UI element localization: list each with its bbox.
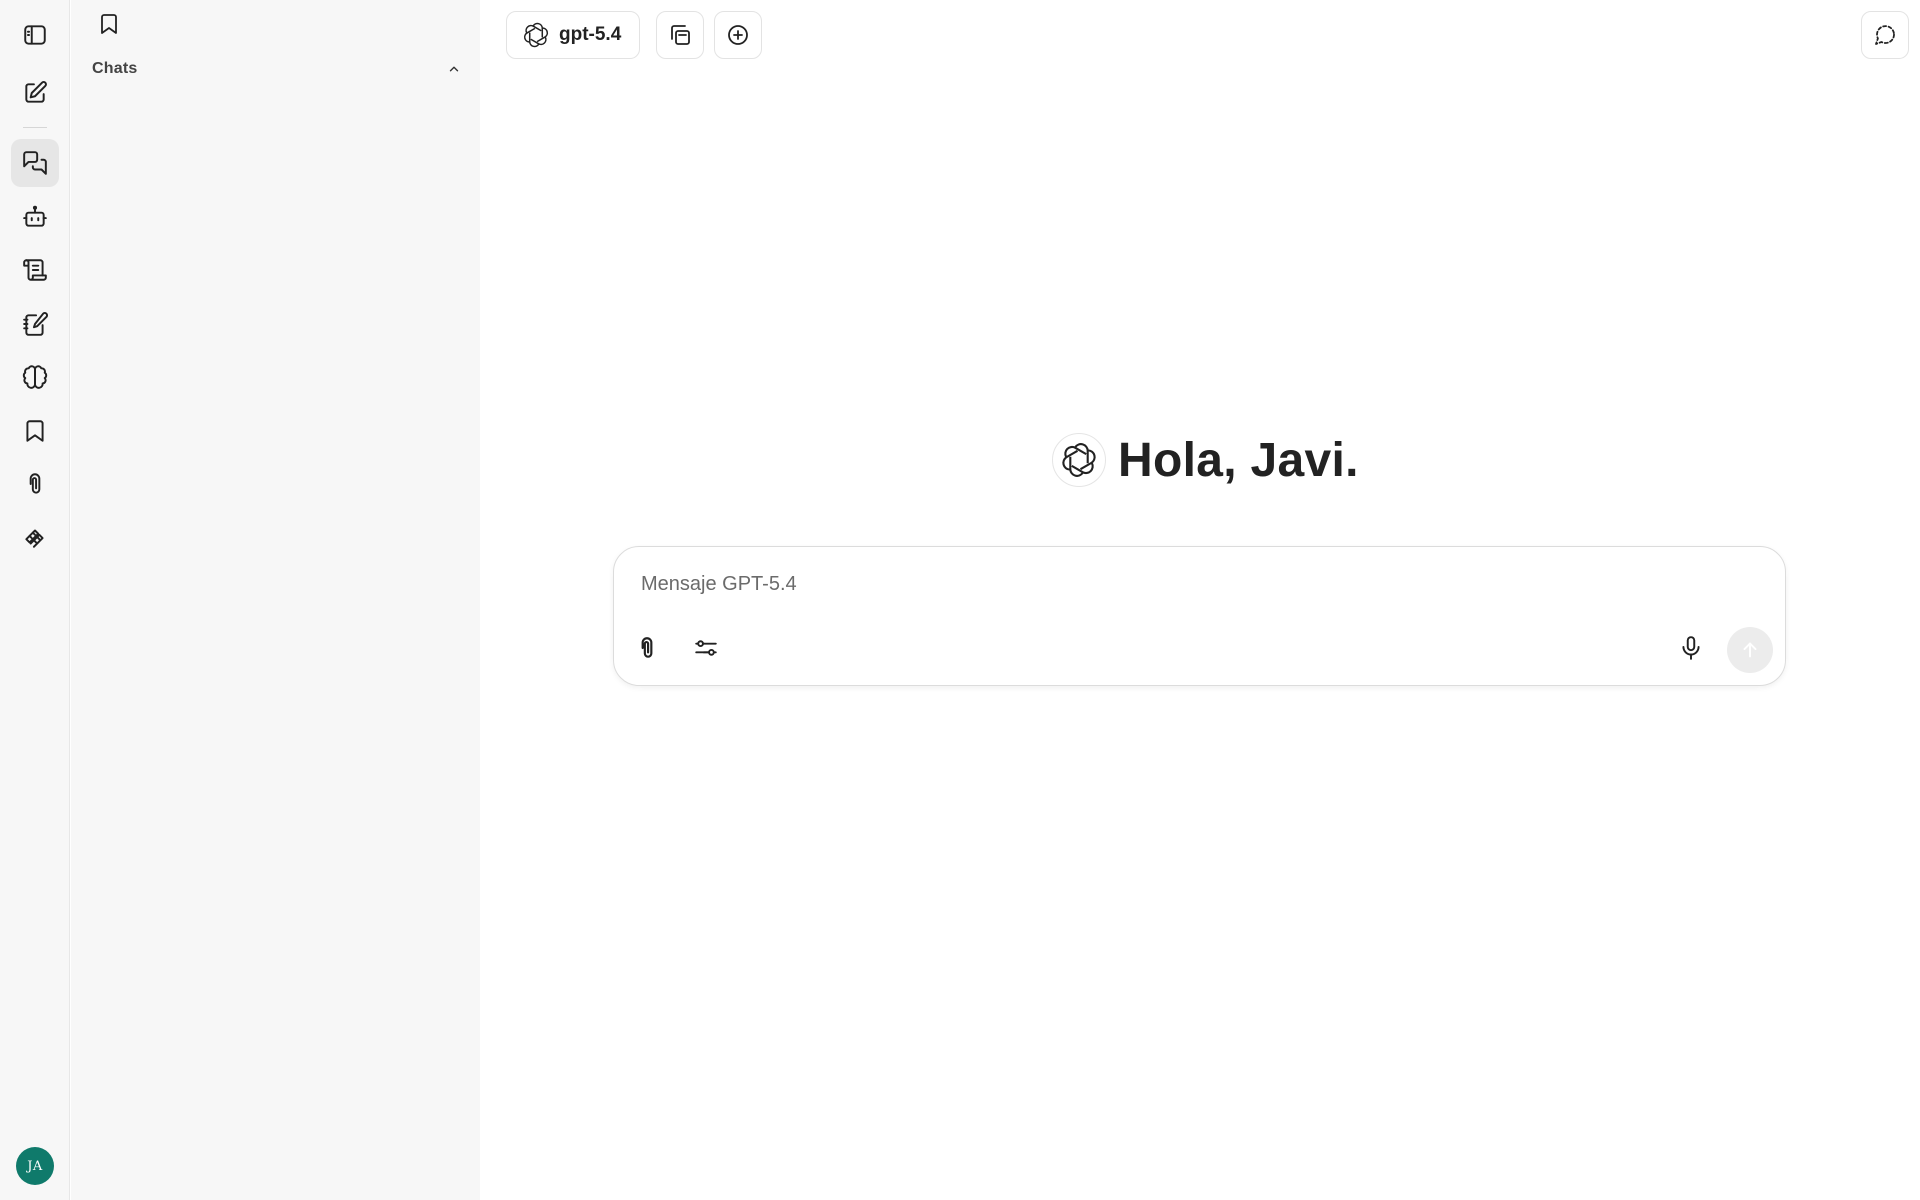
prompts-button[interactable] xyxy=(11,246,59,294)
message-composer xyxy=(613,546,1786,686)
sidebar-toggle-button[interactable] xyxy=(11,11,59,59)
memories-button[interactable] xyxy=(11,353,59,401)
rail-divider xyxy=(23,127,47,128)
temporary-chat-button[interactable] xyxy=(1861,11,1909,59)
model-selector-button[interactable]: gpt-5.4 xyxy=(506,11,641,59)
copy-chat-button[interactable] xyxy=(656,11,704,59)
notes-button[interactable] xyxy=(11,300,59,348)
chevron-up-icon[interactable] xyxy=(446,61,462,77)
chats-panel: Chats xyxy=(71,0,480,1200)
plus-circle-icon xyxy=(728,25,748,45)
chats-button[interactable] xyxy=(11,139,59,187)
user-avatar[interactable]: JA xyxy=(16,1147,54,1185)
tools-button[interactable] xyxy=(11,513,59,561)
prompts-icon xyxy=(23,259,47,281)
new-chat-icon xyxy=(25,81,47,103)
bookmarks-button[interactable] xyxy=(11,407,59,455)
model-label: gpt-5.4 xyxy=(559,24,622,45)
greeting: Hola, Javi. xyxy=(1052,432,1359,488)
memories-icon xyxy=(22,365,48,389)
greeting-text: Hola, Javi. xyxy=(1118,433,1359,487)
attachments-button[interactable] xyxy=(11,460,59,508)
message-input[interactable] xyxy=(641,569,1741,599)
arrow-up-icon xyxy=(1743,642,1757,658)
icon-rail: JA xyxy=(0,0,70,1200)
chats-section-header[interactable]: Chats xyxy=(92,58,462,80)
openai-logo-icon xyxy=(1052,433,1106,487)
add-model-button[interactable] xyxy=(714,11,762,59)
options-button[interactable] xyxy=(688,630,724,666)
voice-input-button[interactable] xyxy=(1673,630,1709,666)
tools-icon xyxy=(25,529,44,548)
bookmark-icon xyxy=(101,14,117,34)
send-button[interactable] xyxy=(1727,627,1773,673)
openai-logo-icon xyxy=(523,22,549,48)
chats-section-title: Chats xyxy=(92,60,138,77)
new-chat-button[interactable] xyxy=(11,69,59,117)
bookmarks-icon xyxy=(26,420,44,442)
chats-icon xyxy=(23,151,47,175)
panel-bookmark-button[interactable] xyxy=(96,11,122,37)
copy-icon xyxy=(671,25,690,45)
agents-button[interactable] xyxy=(11,193,59,241)
attach-file-button[interactable] xyxy=(629,630,665,666)
paperclip-icon xyxy=(641,637,653,658)
dashed-chat-icon xyxy=(1875,25,1895,45)
agents-icon xyxy=(23,205,47,227)
notes-icon xyxy=(23,312,48,336)
attachments-icon xyxy=(29,473,41,494)
sliders-icon xyxy=(695,640,717,656)
microphone-icon xyxy=(1682,636,1700,660)
sidebar-toggle-icon xyxy=(24,25,46,45)
